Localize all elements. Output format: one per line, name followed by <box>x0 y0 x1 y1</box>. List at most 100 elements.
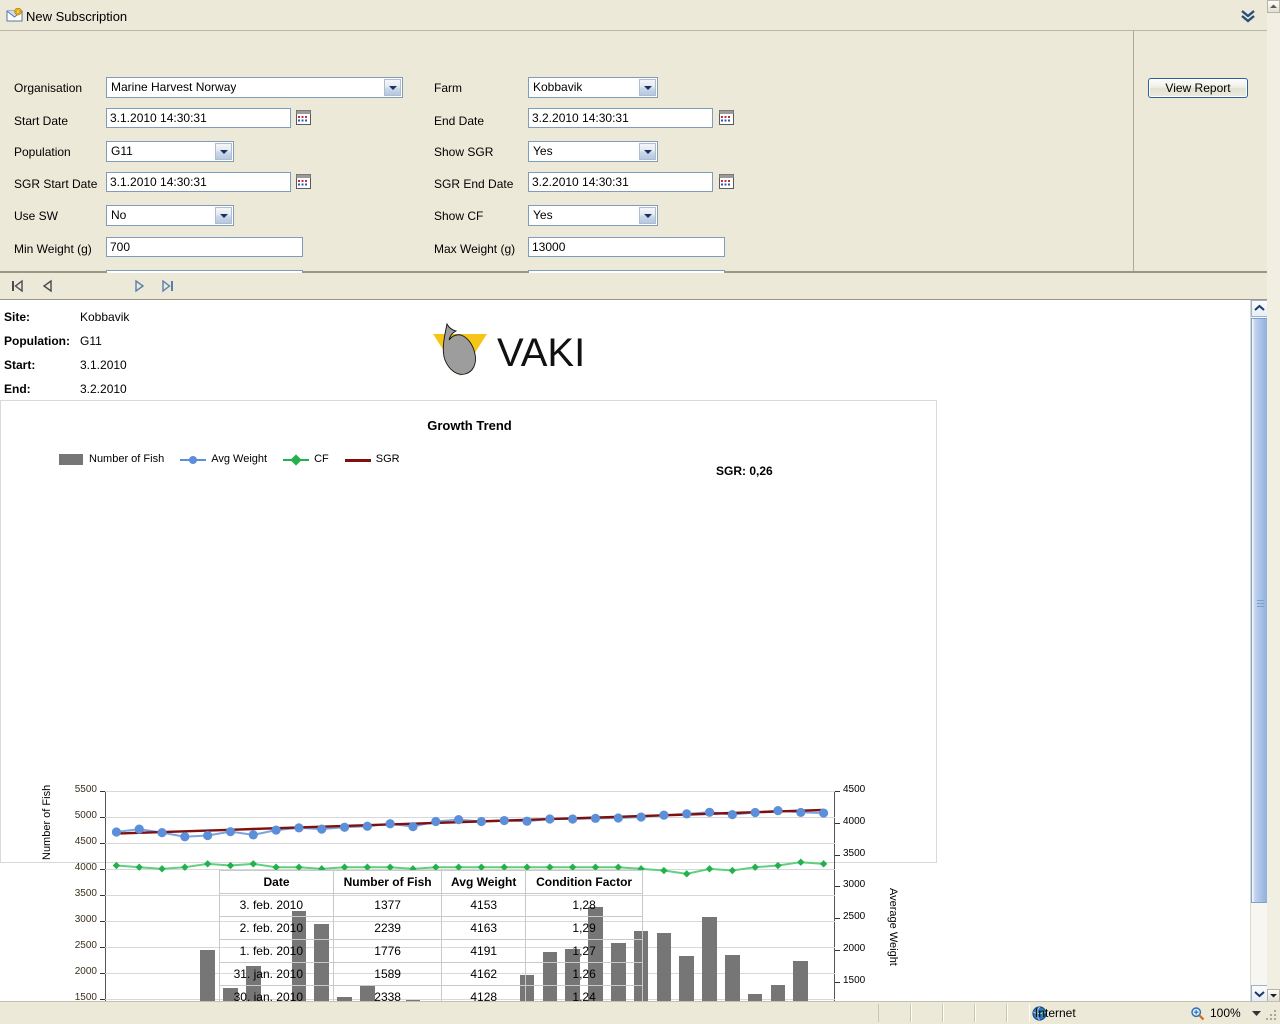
show-sgr-label: Show SGR <box>434 145 494 159</box>
browser-vertical-scrollbar[interactable] <box>1267 0 1280 1002</box>
zoom-level-label[interactable]: 100% <box>1210 1006 1241 1020</box>
table-cell: 1,29 <box>525 916 643 940</box>
table-column-header: Avg Weight <box>441 870 527 894</box>
chevron-down-icon[interactable] <box>639 143 656 160</box>
table-cell: 2338 <box>333 985 443 1002</box>
previous-page-icon[interactable] <box>40 278 56 294</box>
y-axis-right-tick <box>835 791 840 792</box>
organisation-select[interactable]: Marine Harvest Norway <box>106 77 403 98</box>
avg-weight-marker <box>248 830 258 840</box>
scroll-up-button[interactable] <box>1251 300 1268 317</box>
report-data-table-wrapper: Date Number of Fish Avg Weight Condition Fa… <box>218 870 643 1002</box>
avg-weight-marker <box>317 824 327 834</box>
farm-select[interactable]: Kobbavik <box>528 77 658 98</box>
population-value: G11 <box>111 144 133 158</box>
table-row: 30. jan. 2010 2338 4128 1,24 <box>218 985 643 1002</box>
end-value: 3.2.2010 <box>80 382 127 396</box>
browser-scroll-up-button[interactable] <box>1267 0 1280 13</box>
min-weight-input[interactable] <box>106 237 303 257</box>
window-titlebar: New Subscription <box>0 0 1280 31</box>
resize-grip-icon[interactable] <box>1264 1008 1278 1022</box>
chevron-down-icon[interactable] <box>639 207 656 224</box>
avg-weight-marker <box>134 824 144 834</box>
start-label: Start: <box>4 358 36 372</box>
min-weight-label: Min Weight (g) <box>14 242 92 256</box>
cf-marker <box>751 863 759 871</box>
organisation-value: Marine Harvest Norway <box>111 80 237 94</box>
panel-divider <box>1133 31 1134 271</box>
last-page-icon[interactable] <box>159 278 175 294</box>
avg-weight-marker <box>818 808 829 818</box>
population-value: G11 <box>80 334 102 348</box>
farm-label: Farm <box>434 81 462 95</box>
population-select[interactable]: G11 <box>106 141 234 162</box>
security-zone-label: Internet <box>1035 1006 1076 1020</box>
farm-value: Kobbavik <box>533 80 583 94</box>
max-weight-input[interactable] <box>528 237 725 257</box>
sgr-start-date-input[interactable] <box>106 172 291 192</box>
scrollbar-thumb[interactable] <box>1251 318 1268 903</box>
chevron-down-icon[interactable] <box>639 79 656 96</box>
show-cf-select[interactable]: Yes <box>528 205 658 226</box>
cf-marker <box>181 863 189 871</box>
report-data-table: Date Number of Fish Avg Weight Condition Fa… <box>218 870 643 1002</box>
cf-marker <box>797 858 805 866</box>
sgr-end-date-input[interactable] <box>528 172 713 192</box>
first-page-icon[interactable] <box>10 278 26 294</box>
chevron-down-icon[interactable] <box>384 79 401 96</box>
site-label: Site: <box>4 310 31 324</box>
use-sw-select[interactable]: No <box>106 205 234 226</box>
y-axis-right-tick-label: 2000 <box>843 942 866 954</box>
zoom-magnifier-icon[interactable] <box>1190 1006 1205 1021</box>
table-cell: 2239 <box>333 916 443 940</box>
y-axis-right-tick-label: 3500 <box>843 847 866 859</box>
view-report-button[interactable]: View Report <box>1148 78 1248 98</box>
y-axis-right-tick-label: 2500 <box>843 911 866 923</box>
avg-weight-marker <box>476 816 487 827</box>
table-cell: 1,26 <box>525 962 643 986</box>
start-date-input[interactable] <box>106 108 291 128</box>
calendar-icon[interactable] <box>719 174 734 189</box>
cf-marker <box>226 861 235 870</box>
y-axis-right-tick <box>835 854 840 856</box>
chevron-down-icon[interactable] <box>1252 1010 1261 1017</box>
y-axis-right-tick-label: 1500 <box>843 974 866 986</box>
avg-weight-marker <box>225 827 236 837</box>
next-page-icon[interactable] <box>131 278 147 294</box>
use-sw-value: No <box>111 208 127 222</box>
avg-weight-marker <box>362 821 372 831</box>
calendar-icon[interactable] <box>296 174 311 189</box>
chevron-down-icon[interactable] <box>215 143 232 160</box>
show-sgr-select[interactable]: Yes <box>528 141 658 162</box>
report-vertical-scrollbar[interactable] <box>1250 300 1268 1002</box>
table-cell: 2. feb. 2010 <box>218 916 335 940</box>
legend-swatch-line <box>180 454 207 465</box>
calendar-icon[interactable] <box>296 110 311 125</box>
y-axis-left-tick-label: 5000 <box>74 810 97 821</box>
calendar-icon[interactable] <box>719 110 734 125</box>
legend-item-sgr: SGR <box>344 453 400 465</box>
new-subscription-icon <box>6 8 23 22</box>
avg-weight-marker <box>271 825 281 835</box>
y-axis-right-tick-label: 3000 <box>843 879 866 891</box>
scroll-down-button[interactable] <box>1251 985 1268 1002</box>
cf-marker <box>135 863 143 871</box>
y-axis-left-tick-label: 3000 <box>74 914 97 925</box>
sgr-annotation: SGR: 0,26 <box>716 464 773 478</box>
cf-marker <box>112 861 121 870</box>
legend-label: CF <box>314 453 329 465</box>
legend-swatch-line <box>283 453 310 466</box>
window-title: New Subscription <box>26 9 128 24</box>
table-cell: 1,24 <box>525 985 643 1002</box>
cf-marker <box>660 866 668 875</box>
end-date-input[interactable] <box>528 108 713 128</box>
cf-marker <box>203 860 212 868</box>
avg-weight-marker <box>796 807 806 818</box>
y-axis-left-tick-label: 2000 <box>74 966 97 977</box>
chevron-down-icon[interactable] <box>215 207 232 224</box>
avg-weight-marker <box>568 814 578 824</box>
y-axis-right-tick <box>835 981 840 983</box>
y-axis-right-tick <box>835 886 840 888</box>
double-chevron-down-icon[interactable] <box>1238 6 1258 24</box>
avg-weight-marker <box>180 832 190 842</box>
